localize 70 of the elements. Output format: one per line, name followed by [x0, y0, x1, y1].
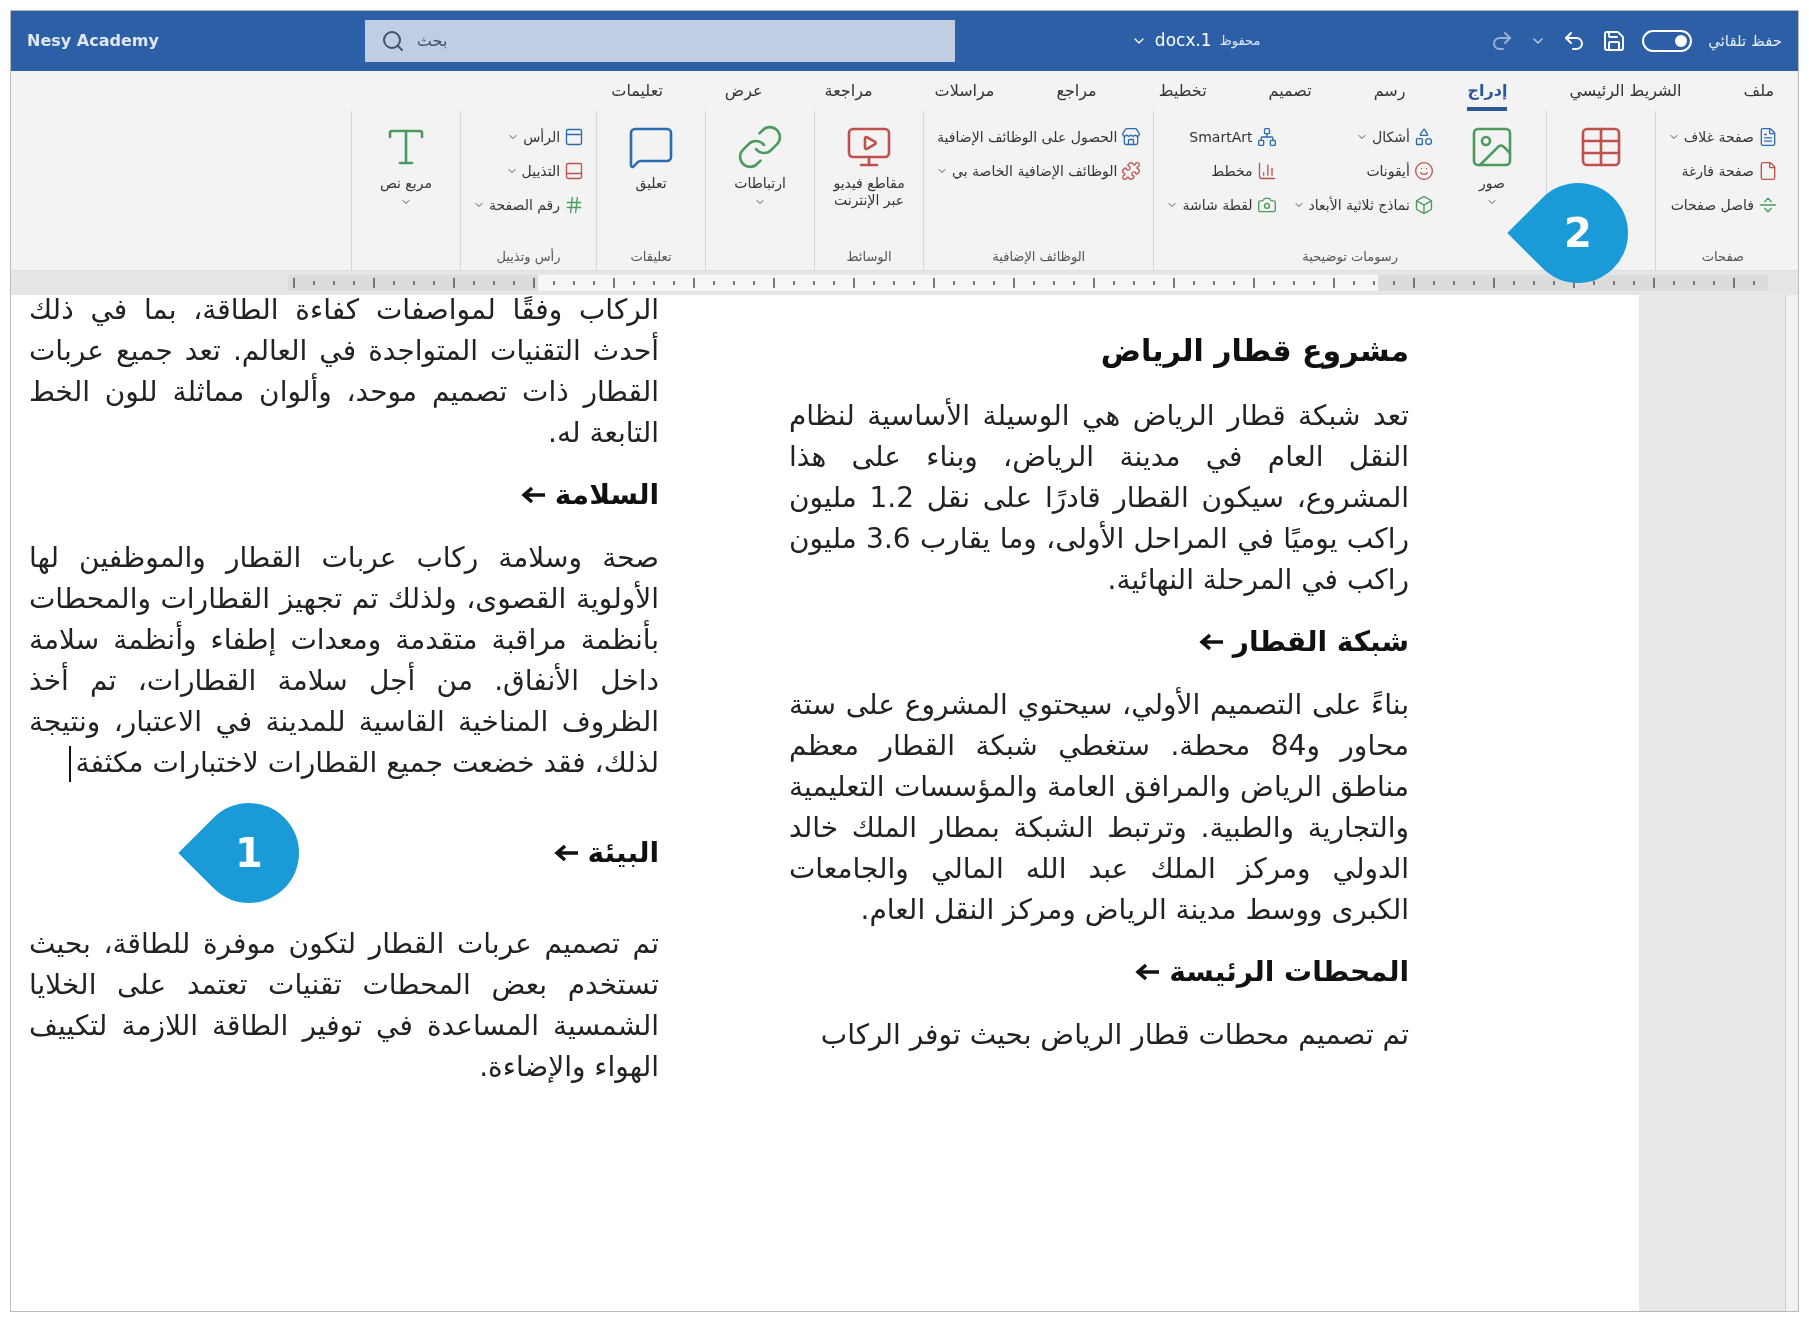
ribbon-small-button[interactable]: رقم الصفحة	[468, 191, 589, 219]
body-paragraph: الركاب وفقًا لمواصفات كفاءة الطاقة، بما في ذلك أحدث التقنيات المتواجدة في العالم. تعد جميع عربات القطار ذات تصميم موحد، وألوان مماثلة للون الخط التابعة له.	[29, 295, 659, 451]
ribbon-group-label: الوظائف الإضافية	[991, 247, 1087, 267]
search-field[interactable]: بحث	[364, 20, 955, 62]
ribbon-tab[interactable]: تصميم	[1268, 79, 1312, 111]
ribbon-group-label: الوسائط	[845, 247, 893, 267]
ribbon-large-button[interactable]: مربع نص	[359, 119, 452, 212]
ribbon-small-icon	[1256, 161, 1277, 181]
ribbon-small-icon	[1121, 127, 1142, 147]
ribbon-small-button[interactable]: فاصل صفحات	[1663, 191, 1782, 219]
ribbon-small-button[interactable]: أيقونات	[1288, 157, 1438, 185]
ribbon-group-label: تعليقات	[629, 247, 673, 266]
save-icon[interactable]	[1602, 29, 1627, 53]
section-heading: البيئة	[587, 835, 659, 871]
section-heading: السلامة	[554, 477, 659, 513]
account-name: Nesy Academy	[27, 30, 159, 52]
ribbon-small-icon	[1413, 127, 1434, 147]
ribbon-small-button[interactable]: الرأس	[468, 123, 589, 151]
document-name: docx.1	[1154, 29, 1212, 53]
ribbon-small-icon	[564, 127, 585, 147]
ribbon-tab[interactable]: مراجعة	[824, 79, 873, 111]
ribbon-small-button[interactable]: لقطة شاشة	[1162, 191, 1281, 219]
body-paragraph: بناءً على التصميم الأولي، سيحتوي المشروع على ستة محاور و84 محطة. ستغطي شبكة القطار معظم مناطق الرياض والمرافق العامة والمؤسسات التعليمية والتجارية والطبية. وترتبط الشبكة بمطار الملك خالد الدولي ومركز الملك عبد الله المالي والجامعات الكبرى ووسط مدينة الرياض ومركز النقل العام.	[789, 686, 1409, 928]
ribbon-tab[interactable]: الشريط الرئيسي	[1569, 79, 1682, 111]
arrow-icon	[520, 486, 547, 504]
autosave-label: حفظ تلقائي	[1708, 30, 1782, 53]
ribbon-tab[interactable]: تعليمات	[611, 79, 663, 111]
body-paragraph: تم تصميم محطات قطار الرياض بحيث توفر الركاب	[819, 1017, 1409, 1053]
arrow-icon	[553, 844, 580, 862]
ribbon-large-button[interactable]: تعليق	[605, 119, 698, 196]
ribbon-small-button[interactable]: أشكال	[1288, 123, 1438, 151]
ribbon-tab[interactable]: عرض	[724, 79, 763, 111]
ribbon-small-button[interactable]: التذييل	[468, 157, 589, 185]
document-title: مشروع قطار الرياض	[1099, 332, 1409, 371]
arrow-icon	[1135, 963, 1162, 981]
ribbon-large-button[interactable]: مقاطع فيديو عبر الإنترنت	[823, 119, 916, 213]
ribbon-tab[interactable]: ملف	[1743, 79, 1774, 111]
ribbon-small-icon	[1256, 127, 1277, 147]
ribbon-large-button[interactable]: ارتباطات	[714, 119, 807, 212]
ribbon-small-button[interactable]: الوظائف الإضافية الخاصة بي	[932, 157, 1146, 185]
ribbon-small-button[interactable]: نماذج ثلاثية الأبعاد	[1288, 191, 1438, 219]
ribbon-small-icon	[1758, 127, 1778, 147]
autosave-toggle[interactable]	[1642, 30, 1693, 52]
ribbon-small-button[interactable]: SmartArt	[1162, 123, 1281, 151]
ribbon-tab[interactable]: رسم	[1373, 79, 1406, 111]
body-paragraph: تعد شبكة قطار الرياض هي الوسيلة الأساسية لنظام النقل العام في مدينة الرياض، وبناء على هذا المشروع، سيكون القطار قادرًا على نقل 1.2 مليون راكب يوميًا في المراحل الأولى، وما يقارب 3.6 مليون راكب في المرحلة النهائية.	[789, 397, 1409, 598]
ribbon-small-icon	[1758, 161, 1778, 181]
search-icon	[380, 29, 405, 53]
ribbon-group-label: رأس وتذييل	[495, 247, 562, 267]
section-heading: المحطات الرئيسة	[1169, 954, 1409, 990]
body-paragraph: تم تصميم عربات القطار لتكون موفرة للطاقة، بحيث تستخدم بعض المحطات تقنيات تعتمد على الخلايا الشمسية المساعدة في توفير الطاقة اللازمة لتكييف الهواء والإضاءة.	[29, 926, 659, 1085]
ribbon-small-icon	[1256, 195, 1277, 215]
ribbon-group-label: صفحات	[1700, 247, 1746, 266]
ribbon-small-button[interactable]: صفحة غلاف	[1663, 123, 1782, 151]
ribbon-small-button[interactable]: صفحة فارغة	[1663, 157, 1782, 185]
ribbon-small-icon	[564, 161, 585, 181]
ribbon-small-button[interactable]: الحصول على الوظائف الإضافية	[932, 123, 1146, 151]
save-status: محفوظ	[1219, 32, 1261, 51]
ribbon-tab[interactable]: مراسلات	[934, 79, 995, 111]
ribbon-tab[interactable]: مراجع	[1056, 79, 1097, 111]
ribbon-small-button[interactable]: مخطط	[1162, 157, 1281, 185]
ribbon-tab[interactable]: تخطيط	[1158, 79, 1207, 111]
ribbon-group-label: رسومات توضيحية	[1301, 247, 1400, 267]
section-heading: شبكة القطار	[1232, 624, 1409, 660]
body-paragraph: صحة وسلامة ركاب عربات القطار والموظفين لها الأولوية القصوى، ولذلك تم تجهيز القطارات والمحطات بأنظمة مراقبة متقدمة ومعدات إطفاء وأنظمة سلامة داخل الأنفاق. من أجل سلامة القطارات، تم أخذ الظروف المناخية القاسية للمدينة في الاعتبار، ونتيجة لذلك، فقد خضعت جميع القطارات لاختبارات مكثفة	[29, 537, 659, 783]
ribbon-small-icon	[1413, 195, 1434, 215]
ribbon-small-icon	[1121, 161, 1142, 181]
ribbon-small-icon	[1413, 161, 1434, 181]
arrow-icon	[1198, 633, 1225, 651]
ribbon-small-icon	[1758, 195, 1778, 215]
